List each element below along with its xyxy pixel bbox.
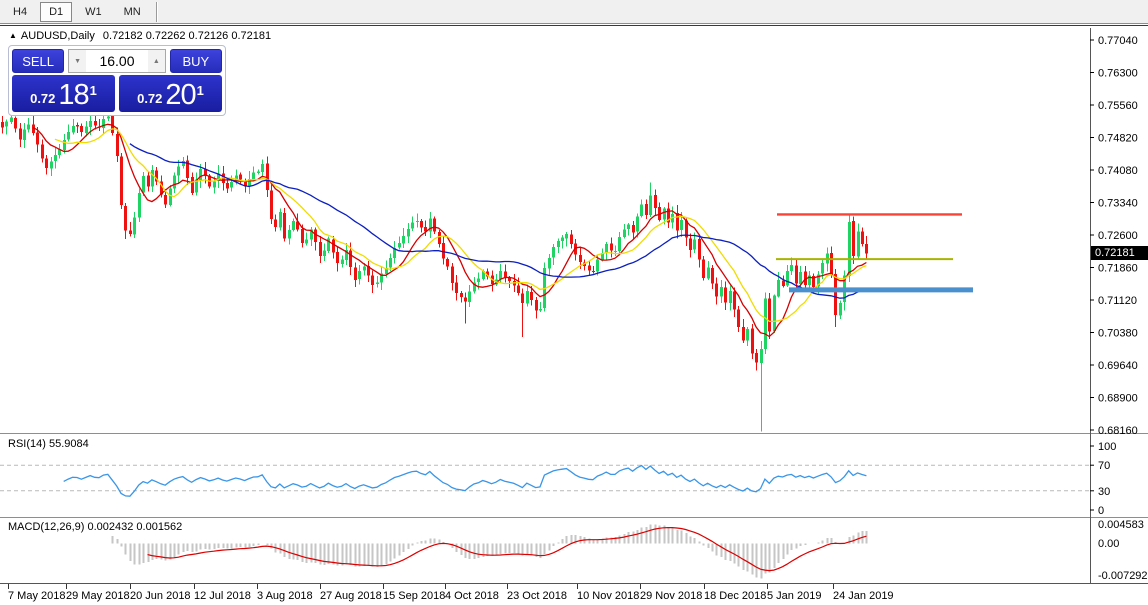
buy-price-prefix: 0.72 (137, 91, 162, 106)
buy-price-point: 1 (197, 83, 204, 98)
price-axis-label: 0.76300 (1098, 68, 1138, 80)
rsi-axis-label: 30 (1098, 486, 1110, 498)
buy-price-quote[interactable]: 0.72201 (119, 75, 222, 112)
date-axis-label: 10 Nov 2018 (577, 590, 639, 602)
price-axis-label: 0.71120 (1098, 295, 1137, 307)
one-click-trade-panel: SELL ▼ ▲ BUY 0.72181 0.72201 (8, 45, 226, 116)
date-axis-label: 5 Jan 2019 (767, 590, 821, 602)
date-axis-label: 3 Aug 2018 (257, 590, 313, 602)
date-axis-label: 4 Oct 2018 (445, 590, 499, 602)
date-axis-label: 29 May 2018 (66, 590, 130, 602)
price-axis-label: 0.77040 (1098, 35, 1138, 47)
terminal-window: H4 D1 W1 MN 0.77040 0.76300 0.75560 0.74820… (0, 0, 1148, 605)
timeframe-tab-d1[interactable]: D1 (40, 2, 72, 22)
macd-axis-label: 0.004583 (1098, 519, 1144, 531)
macd-axis-label: 0.00 (1098, 538, 1119, 550)
macd-signal-line (148, 528, 867, 571)
date-axis-label: 12 Jul 2018 (194, 590, 251, 602)
price-axis-label: 0.71860 (1098, 263, 1138, 275)
sell-price-quote[interactable]: 0.72181 (12, 75, 115, 112)
collapse-arrow-icon[interactable]: ▲ (9, 31, 17, 40)
volume-input[interactable] (86, 49, 148, 73)
volume-decrease-button[interactable]: ▼ (68, 49, 86, 73)
timeframe-toolbar: H4 D1 W1 MN (0, 0, 1148, 24)
date-axis-label: 27 Aug 2018 (320, 590, 382, 602)
symbol-period-label: AUDUSD,Daily (21, 30, 95, 42)
chart-window-border (0, 25, 1148, 26)
chevron-up-icon: ▲ (153, 58, 160, 65)
price-axis-label: 0.68900 (1098, 393, 1138, 405)
macd-histogram (113, 524, 867, 578)
buy-price-pips: 20 (165, 81, 195, 110)
sell-price-point: 1 (90, 83, 97, 98)
buy-button[interactable]: BUY (170, 49, 222, 73)
rsi-line (64, 466, 867, 497)
macd-axis-label: -0.007292 (1098, 570, 1148, 582)
date-axis-label: 20 Jun 2018 (130, 590, 191, 602)
ma-slow (130, 144, 867, 299)
price-axis-label: 0.72600 (1098, 230, 1138, 242)
date-axis-label: 23 Oct 2018 (507, 590, 567, 602)
price-axis-label: 0.69640 (1098, 360, 1138, 372)
chart-title: ▲ AUDUSD,Daily 0.72182 0.72262 0.72126 0.7… (9, 30, 271, 42)
rsi-axis-label: 70 (1098, 460, 1110, 472)
timeframe-tab-w1[interactable]: W1 (76, 2, 111, 22)
chevron-down-icon: ▼ (74, 58, 81, 65)
date-axis-label: 29 Nov 2018 (640, 590, 702, 602)
rsi-axis-label: 100 (1098, 441, 1116, 453)
date-axis-label: 15 Sep 2018 (383, 590, 445, 602)
ma-mid (55, 129, 867, 322)
toolbar-separator (156, 2, 158, 22)
sell-price-prefix: 0.72 (30, 91, 55, 106)
price-axis-label: 0.73340 (1098, 198, 1138, 210)
current-price-label: 0.72181 (1091, 246, 1148, 260)
date-axis-label: 7 May 2018 (8, 590, 65, 602)
volume-increase-button[interactable]: ▲ (148, 49, 166, 73)
rsi-label: RSI(14) 55.9084 (8, 438, 89, 450)
date-axis-label: 24 Jan 2019 (833, 590, 894, 602)
rsi-axis-label: 0 (1098, 505, 1104, 517)
timeframe-tab-mn[interactable]: MN (115, 2, 150, 22)
price-axis-label: 0.74820 (1098, 133, 1138, 145)
price-axis-label: 0.74080 (1098, 165, 1138, 177)
sell-button[interactable]: SELL (12, 49, 64, 73)
price-axis-label: 0.75560 (1098, 100, 1138, 112)
ohlc-values: 0.72182 0.72262 0.72126 0.72181 (103, 30, 271, 42)
price-axis-label: 0.68160 (1098, 425, 1138, 437)
macd-label: MACD(12,26,9) 0.002432 0.001562 (8, 521, 182, 533)
date-axis-label: 18 Dec 2018 (704, 590, 766, 602)
timeframe-tab-h4[interactable]: H4 (4, 2, 36, 22)
sell-price-pips: 18 (58, 81, 88, 110)
price-axis-label: 0.70380 (1098, 328, 1138, 340)
